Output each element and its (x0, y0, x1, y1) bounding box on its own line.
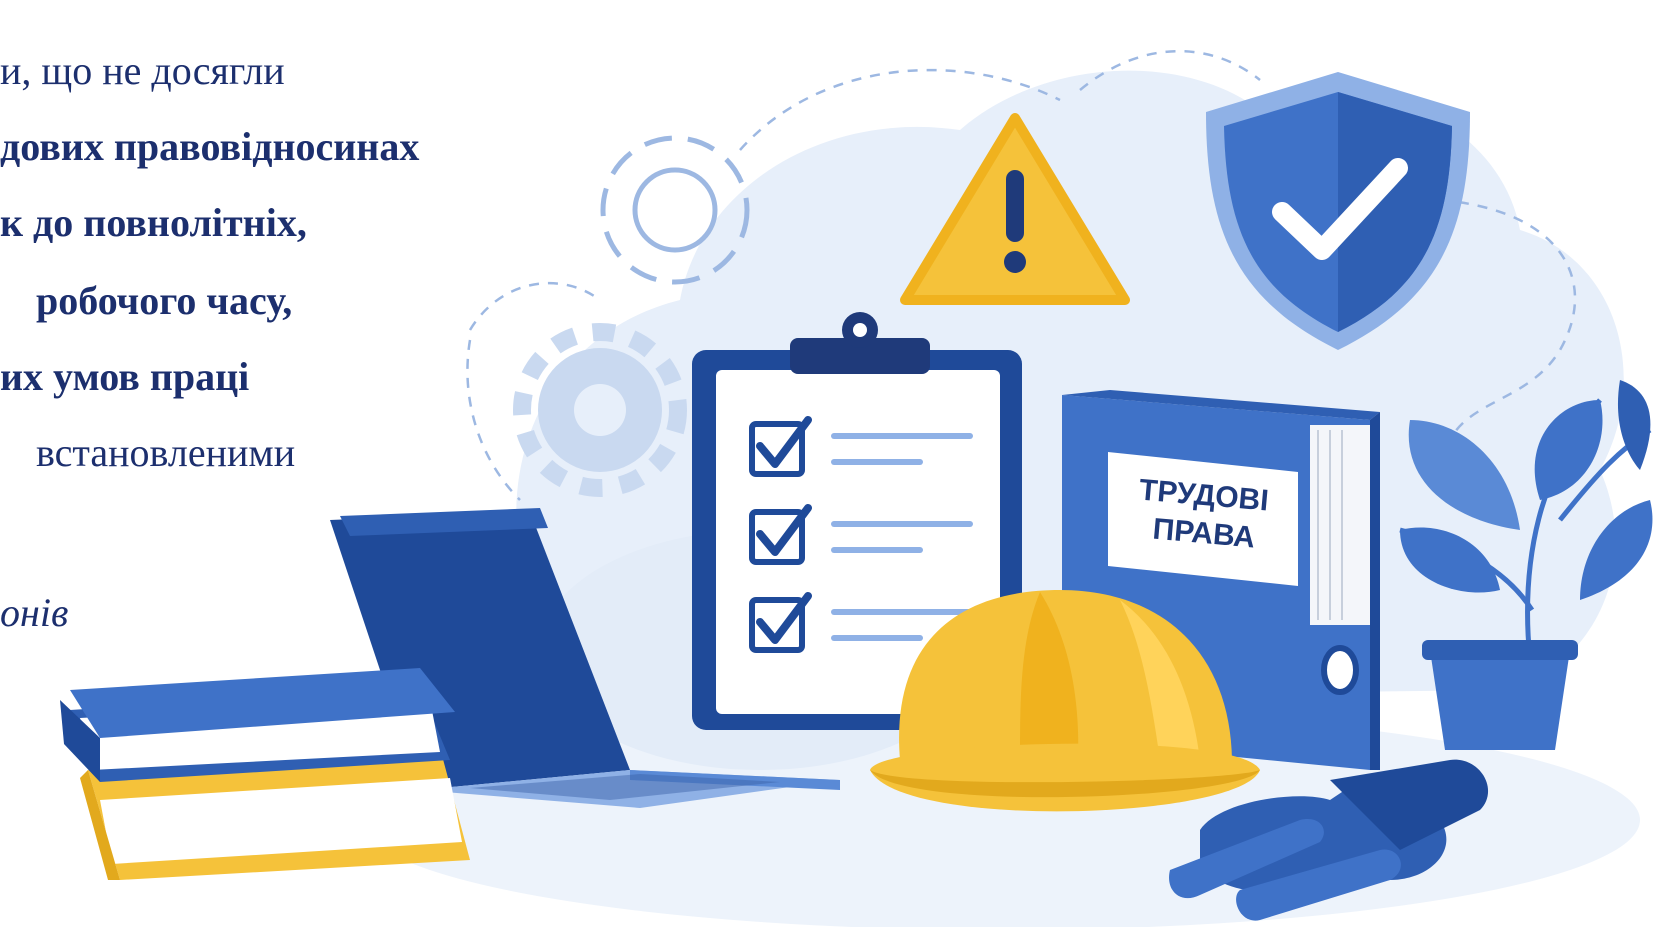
text-line: робочого часу, (36, 278, 293, 323)
text-line: онів (0, 590, 69, 635)
text-line: их умов праці (0, 354, 250, 399)
text-line: и, що не досягли (0, 48, 285, 93)
text-line: к до повнолітніх, (0, 200, 307, 245)
text-line: встановленими (36, 430, 296, 475)
text-line: дових правовідносинах (0, 124, 420, 169)
books (60, 668, 470, 880)
